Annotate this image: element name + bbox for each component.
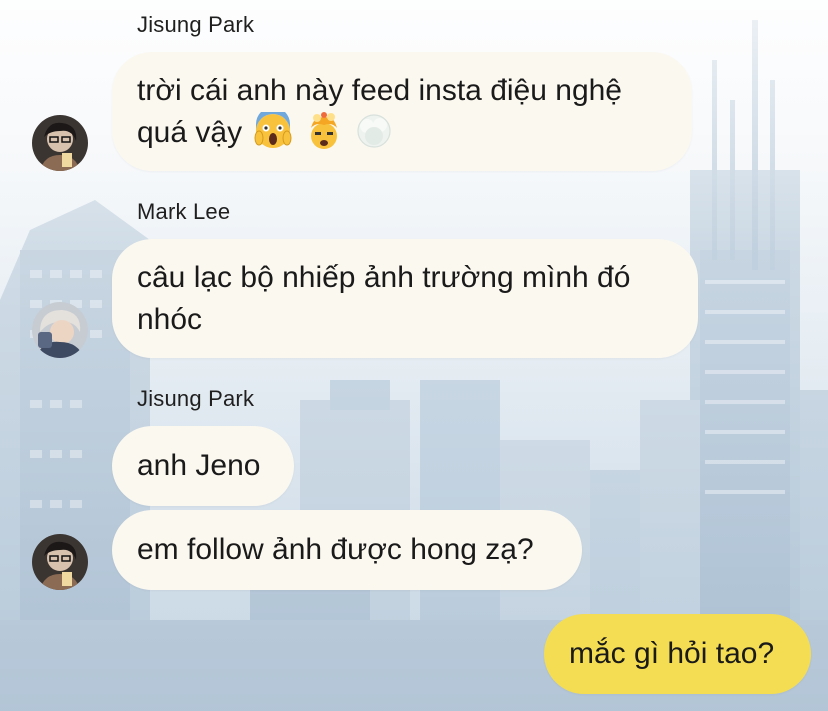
incoming-message-bubble[interactable]: trời cái anh này feed insta điệu nghệ qu… bbox=[112, 52, 692, 171]
mark-avatar[interactable] bbox=[32, 302, 88, 358]
message-text: anh Jeno bbox=[137, 449, 261, 482]
incoming-message-bubble[interactable]: anh Jeno bbox=[112, 426, 294, 506]
outgoing-message-bubble[interactable]: mắc gì hỏi tao? bbox=[544, 614, 811, 694]
exploding-head-emoji bbox=[305, 111, 343, 150]
message-text: câu lạc bộ nhiếp ảnh trường mình đó nhóc bbox=[137, 257, 630, 341]
chat-thread: Jisung Park trời cái anh này feed insta … bbox=[0, 0, 828, 711]
sender-name: Jisung Park bbox=[137, 12, 255, 37]
message-text: mắc gì hỏi tao? bbox=[569, 637, 775, 670]
face-screaming-in-fear-emoji bbox=[254, 111, 292, 150]
incoming-message-bubble[interactable]: em follow ảnh được hong zạ? bbox=[112, 510, 582, 590]
message-text: em follow ảnh được hong zạ? bbox=[137, 533, 534, 566]
message-text-line: trời cái anh này feed insta điệu nghệ bbox=[137, 73, 622, 107]
incoming-message-bubble[interactable]: câu lạc bộ nhiếp ảnh trường mình đó nhóc bbox=[112, 239, 698, 358]
sender-name: Mark Lee bbox=[137, 199, 231, 224]
sender-name: Jisung Park bbox=[137, 386, 255, 411]
jisung-avatar[interactable] bbox=[32, 115, 88, 171]
message-text-line: quá vậy bbox=[137, 115, 243, 149]
message-text-line: nhóc bbox=[137, 302, 203, 336]
message-text-line: câu lạc bộ nhiếp ảnh trường mình đó bbox=[137, 260, 631, 294]
message-text: trời cái anh này feed insta điệu nghệ qu… bbox=[137, 70, 622, 154]
fog-emoji bbox=[355, 112, 393, 150]
jisung-avatar[interactable] bbox=[32, 534, 88, 590]
